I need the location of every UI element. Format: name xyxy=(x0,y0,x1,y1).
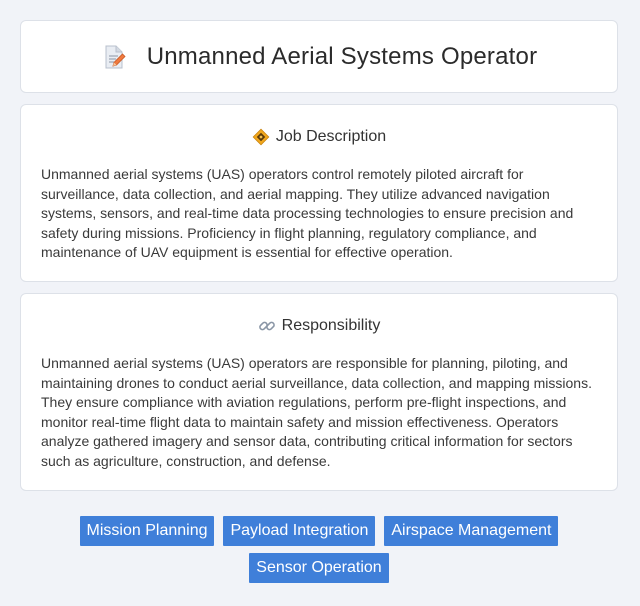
responsibility-heading: Responsibility xyxy=(281,317,381,334)
job-description-header: Job Description xyxy=(41,127,597,147)
skill-tag: Sensor Operation xyxy=(249,553,389,583)
page-title: Unmanned Aerial Systems Operator xyxy=(146,42,538,70)
responsibility-text: Unmanned aerial systems (UAS) operators … xyxy=(41,355,592,469)
skill-tag: Payload Integration xyxy=(223,516,376,546)
document-edit-icon xyxy=(101,44,127,70)
skill-tags: Mission Planning Payload Integration Air… xyxy=(20,516,618,583)
skill-tag: Airspace Management xyxy=(384,516,559,546)
job-description-card: Job Description Unmanned aerial systems … xyxy=(20,104,618,282)
responsibility-header: Responsibility xyxy=(41,316,597,336)
job-description-text: Unmanned aerial systems (UAS) operators … xyxy=(41,166,574,261)
badge-icon xyxy=(252,128,270,146)
skill-tag: Mission Planning xyxy=(79,516,215,546)
responsibility-card: Responsibility Unmanned aerial systems (… xyxy=(20,293,618,491)
link-icon xyxy=(258,317,276,335)
job-description-heading: Job Description xyxy=(275,128,387,145)
title-card: Unmanned Aerial Systems Operator xyxy=(20,20,618,93)
